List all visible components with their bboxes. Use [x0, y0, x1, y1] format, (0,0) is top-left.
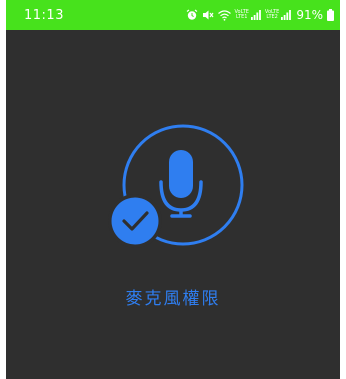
wifi-icon — [217, 9, 231, 21]
phone-screen: 11:13 VoLTE LTE1 VoLTE LTE2 91% 麥克風權限 — [6, 0, 340, 379]
checkmark-icon — [108, 194, 162, 248]
status-time: 11:13 — [24, 7, 64, 23]
battery-percentage: 91% — [296, 8, 323, 22]
microphone-icon — [159, 150, 203, 218]
lte-1-label: LTE1 — [235, 14, 248, 20]
alarm-icon — [186, 9, 197, 20]
status-icons: VoLTE LTE1 VoLTE LTE2 91% — [186, 8, 334, 22]
lte-2-label: LTE2 — [266, 14, 278, 20]
volte-lte1-indicator: VoLTE LTE1 — [235, 10, 249, 20]
status-bar: 11:13 VoLTE LTE1 VoLTE LTE2 91% — [6, 0, 340, 30]
battery-icon — [327, 9, 334, 21]
mute-icon — [202, 10, 213, 20]
permission-title: 麥克風權限 — [125, 289, 221, 309]
volte-lte2-indicator: VoLTE LTE2 — [265, 10, 279, 20]
signal-icon — [250, 10, 261, 20]
signal-icon — [281, 10, 292, 20]
microphone-permission-graphic — [108, 124, 244, 248]
